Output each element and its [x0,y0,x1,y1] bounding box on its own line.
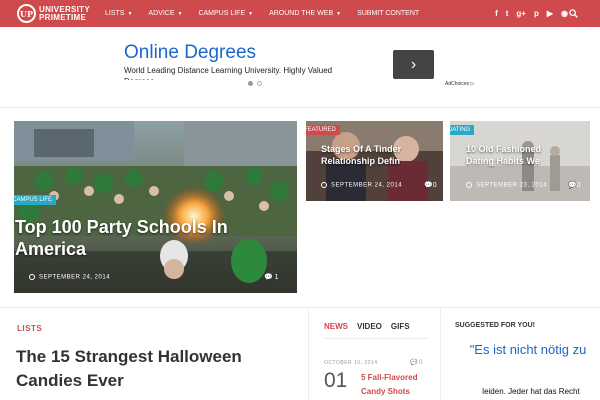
main-menu: LISTS ▼ ADVICE ▼ CAMPUS LIFE ▼ AROUND THE W… [105,10,435,17]
news-tabs: NEWS VIDEO GIFS [324,322,419,331]
menu-item-lists[interactable]: LISTS ▼ [105,10,132,17]
menu-item-advice[interactable]: ADVICE ▼ [148,10,182,17]
logo-line-2: PRIMETIME [39,12,87,22]
news-comments-count[interactable]: 💬 0 [410,359,423,366]
lists-article-title[interactable]: The 15 Strangest Halloween Candies Ever [16,345,296,393]
comment-icon: 💬 [264,274,273,281]
ad-text: World Leading Distance Learning Universi… [124,66,333,80]
article-date: SEPTEMBER 24, 2014 [29,274,110,281]
menu-item-submit-content[interactable]: SUBMIT CONTENT [357,10,419,17]
card-date: SEPTEMBER 24, 2014 [321,182,402,189]
section-label-lists[interactable]: LISTS [17,324,42,333]
featured-card[interactable]: DATING 10 Old Fashioned Dating Habits We… [450,121,590,201]
chevron-right-icon: › [410,55,417,73]
section-divider [0,307,600,308]
site-logo[interactable]: UP UNIVERSITY PRIMETIME [17,4,90,23]
clock-icon [29,274,35,280]
rss-icon[interactable]: ◉ [561,9,568,18]
comment-icon: 💬 [424,182,433,189]
chevron-down-icon: ▼ [248,10,254,17]
pinterest-icon[interactable]: p [534,9,539,18]
ad-title[interactable]: Online Degrees [124,42,256,64]
chevron-down-icon: ▼ [177,10,183,17]
category-badge[interactable]: CAMPUS LIFE [14,195,57,205]
chevron-down-icon: ▼ [336,10,342,17]
top-navigation-bar: UP UNIVERSITY PRIMETIME LISTS ▼ ADVICE ▼ C… [0,0,600,27]
menu-item-campus-life[interactable]: CAMPUS LIFE ▼ [198,10,253,17]
youtube-icon[interactable]: ▶ [547,9,553,18]
clock-icon [321,182,327,188]
tab-video[interactable]: VIDEO [357,322,382,331]
card-title-line-1[interactable]: 10 Old Fashioned [466,143,541,155]
news-date: OCTOBER 10, 2014 [324,360,378,366]
card-comments-count[interactable]: 💬0 [568,181,581,189]
twitter-icon[interactable]: t [506,9,509,18]
suggested-quote[interactable]: "Es ist nicht nötig zu [456,341,600,358]
social-links: f t g+ p ▶ ◉ [487,0,568,27]
advertisement-banner[interactable]: Online Degrees World Leading Distance Le… [114,38,484,94]
card-title-line-1[interactable]: Stages Of A Tinder [321,143,401,155]
ad-page-dot-active[interactable] [248,81,253,86]
facebook-icon[interactable]: f [495,9,498,18]
ad-next-button[interactable]: › [393,50,434,79]
comments-count[interactable]: 💬 1 [264,273,279,281]
suggested-quote-line-2[interactable]: leiden. Jeder hat das Recht [456,387,600,396]
news-rank-number: 01 [324,369,348,392]
card-title-line-2[interactable]: Dating Habits We [466,155,540,167]
featured-card[interactable]: FEATURED Stages Of A Tinder Relationship… [306,121,443,201]
featured-main-article[interactable]: CAMPUS LIFE SEPTEMBER 24, 2014 💬 1 [14,121,297,293]
menu-item-around-the-web[interactable]: AROUND THE WEB ▼ [269,10,341,17]
card-title-line-2[interactable]: Relationship Defin [321,155,400,167]
adchoices-label[interactable]: AdChoices ▷ [445,81,474,87]
category-badge[interactable]: DATING [450,125,475,135]
ad-page-dot[interactable] [257,81,262,86]
chevron-down-icon: ▼ [127,10,133,17]
column-divider [440,308,441,400]
logo-badge: UP [17,4,36,23]
category-badge[interactable]: FEATURED [306,125,340,135]
google-plus-icon[interactable]: g+ [516,9,526,18]
clock-icon [466,182,472,188]
comment-icon: 💬 [568,182,577,189]
suggested-label: SUGGESTED FOR YOU! [455,322,535,329]
column-divider [308,308,309,400]
divider [0,107,600,108]
tabs-divider [323,338,429,339]
tab-gifs[interactable]: GIFS [391,322,410,331]
card-comments-count[interactable]: 💬0 [424,181,437,189]
news-article-title[interactable]: 5 Fall-Flavored Candy Shots [361,371,436,399]
search-icon[interactable] [569,9,578,18]
tab-news[interactable]: NEWS [324,322,348,331]
featured-main-title[interactable]: Top 100 Party Schools In America [15,216,285,260]
card-date: SEPTEMBER 23, 2014 [466,182,547,189]
party-photo [14,121,297,293]
comment-icon: 💬 [410,360,418,366]
